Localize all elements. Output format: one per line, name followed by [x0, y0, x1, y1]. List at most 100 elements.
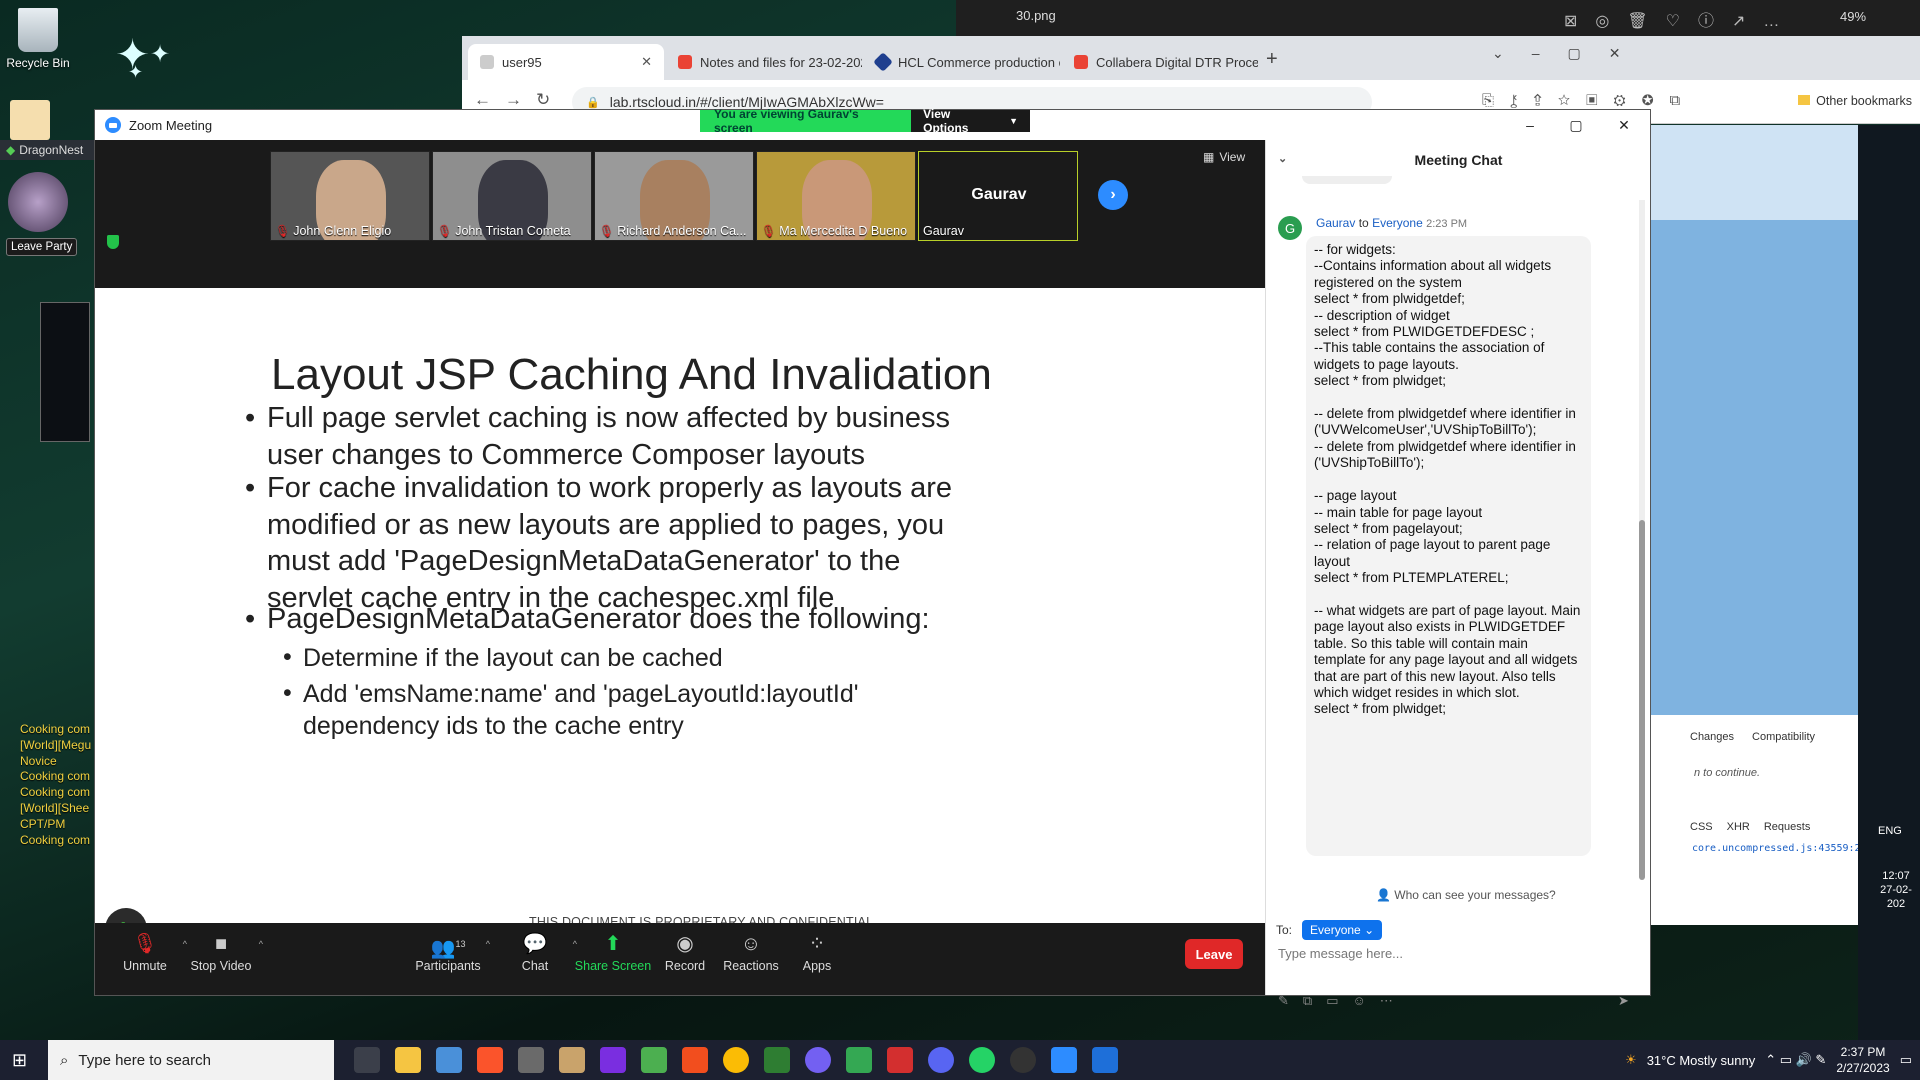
folder-icon[interactable]	[10, 100, 50, 140]
edge-icon[interactable]	[846, 1047, 872, 1073]
app-icon[interactable]	[1010, 1047, 1036, 1073]
stop-video-button[interactable]: ■ Stop Video ^	[181, 929, 263, 973]
view-button[interactable]: ▦ View	[1203, 150, 1245, 164]
app-icon[interactable]	[887, 1047, 913, 1073]
network-tabs[interactable]: CSS XHR Requests	[1690, 821, 1810, 833]
brave-icon[interactable]	[477, 1047, 503, 1073]
slide-sub-bullet-text: Add 'emsName:name' and 'pageLayoutId:lay…	[303, 680, 859, 740]
zoom-icon[interactable]	[1051, 1047, 1077, 1073]
recycle-bin-shortcut[interactable]: Recycle Bin	[0, 8, 76, 70]
tab-changes[interactable]: Changes	[1690, 731, 1734, 743]
whatsapp-icon[interactable]	[969, 1047, 995, 1073]
notepad-icon[interactable]	[641, 1047, 667, 1073]
taskbar-clock[interactable]: 2:37 PM 2/27/2023	[1836, 1044, 1889, 1076]
chat-message-input[interactable]: Type message here...	[1278, 946, 1638, 961]
leave-party-button[interactable]: Leave Party	[6, 238, 78, 256]
participant-tile-active[interactable]: Gaurav Gaurav	[918, 151, 1078, 241]
other-bookmarks[interactable]: Other bookmarks	[1798, 94, 1912, 108]
background-webpage: Changes Compatibility n to continue. CSS…	[1650, 125, 1867, 925]
taskbar-search[interactable]: ⌕ Type here to search	[48, 1040, 334, 1080]
game-chat-line: Cooking com	[20, 785, 91, 800]
devtools-panel: Changes Compatibility n to continue. CSS…	[1650, 715, 1867, 925]
participant-tile[interactable]: 🎙 Richard Anderson Ca...	[594, 151, 754, 241]
more-icon[interactable]: ⋯	[1380, 993, 1393, 1009]
viewing-screen-label: You are viewing Gaurav's screen	[700, 107, 912, 135]
who-can-see-link[interactable]: 👤 Who can see your messages?	[1376, 888, 1556, 902]
chat-button[interactable]: 💬 Chat ^	[495, 929, 577, 973]
photos-icon[interactable]	[1092, 1047, 1118, 1073]
app-icon[interactable]	[764, 1047, 790, 1073]
weather-icon: ☀	[1625, 1052, 1637, 1067]
participant-tile[interactable]: 🎙 John Tristan Cometa	[432, 151, 592, 241]
tab-notes[interactable]: Notes and files for 23-02-2023 - ✕	[666, 44, 862, 80]
viber-icon[interactable]	[805, 1047, 831, 1073]
photo-viewer-title: 30.png	[1016, 8, 1056, 23]
app-icon[interactable]	[436, 1047, 462, 1073]
intellij-icon[interactable]	[600, 1047, 626, 1073]
tab-compatibility[interactable]: Compatibility	[1752, 731, 1815, 743]
nav-buttons[interactable]: ←→↻	[474, 90, 564, 110]
file-icon[interactable]: ▭	[1326, 993, 1338, 1009]
tray-icons[interactable]: ⌃ ▭ 🔊 ✎	[1765, 1052, 1826, 1068]
slide-bullet-text: PageDesignMetaDataGenerator does the fol…	[267, 603, 930, 635]
participants-button[interactable]: 👥13 Participants ^	[408, 929, 490, 973]
game-chat-line: Cooking com	[20, 769, 91, 784]
leave-button[interactable]: Leave	[1185, 939, 1243, 969]
file-explorer-icon[interactable]	[395, 1047, 421, 1073]
notification-icon[interactable]: ▭	[1900, 1052, 1912, 1068]
close-button[interactable]: ✕	[1601, 110, 1647, 140]
sparkle-icon: ✦	[150, 40, 171, 68]
tab-xhr[interactable]: XHR	[1727, 821, 1750, 833]
chevron-down-icon[interactable]: ⌄	[1278, 152, 1287, 165]
to-label: To:	[1276, 923, 1293, 937]
tab-hcl[interactable]: HCL Commerce production envir ✕	[864, 44, 1060, 80]
close-icon[interactable]: ✕	[641, 54, 652, 70]
slide-bullet: • Full page servlet caching is now affect…	[245, 400, 957, 473]
window-controls[interactable]: ⌄–▢✕	[1492, 45, 1648, 62]
figma-icon[interactable]	[682, 1047, 708, 1073]
tab-collabera[interactable]: Collabera Digital DTR Process an ✕	[1062, 44, 1258, 80]
discord-icon[interactable]	[928, 1047, 954, 1073]
send-icon[interactable]: ➤	[1618, 993, 1629, 1009]
view-options-button[interactable]: View Options ▼	[911, 107, 1030, 135]
windows-start-icon[interactable]: ⊞	[12, 1050, 32, 1070]
message-sender[interactable]: Gaurav	[1316, 216, 1355, 230]
format-icon[interactable]: ✎	[1278, 993, 1289, 1009]
minimize-button[interactable]: –	[1507, 110, 1553, 140]
participant-tile[interactable]: 🎙 Ma Mercedita D Bueno	[756, 151, 916, 241]
participant-name: Ma Mercedita D Bueno	[779, 224, 908, 238]
chevron-up-icon[interactable]: ^	[486, 939, 490, 949]
participant-tile[interactable]: 🎙 John Glenn Eligio	[270, 151, 430, 241]
extension-icons[interactable]: ⎘⚷⇪☆▣⚙✪⧉	[1482, 92, 1696, 109]
dragonnest-title[interactable]: ◆ DragonNest	[0, 140, 96, 160]
tab-css[interactable]: CSS	[1690, 821, 1713, 833]
scrollbar-thumb[interactable]	[1639, 520, 1645, 880]
sparkle-icon: ✦	[128, 62, 144, 83]
devtools-source-link[interactable]: core.uncompressed.js:43559:24	[1692, 843, 1867, 854]
app-icon[interactable]	[559, 1047, 585, 1073]
chat-scrollbar[interactable]	[1639, 200, 1645, 880]
app-icon[interactable]	[518, 1047, 544, 1073]
windows-taskbar: ⊞ ⌕ Type here to search ☀ 31°C Mostly su…	[0, 1040, 1920, 1080]
next-page-button[interactable]: ›	[1098, 180, 1128, 210]
chevron-up-icon[interactable]: ^	[259, 939, 263, 949]
gmail-icon	[1074, 55, 1088, 69]
tab-requests[interactable]: Requests	[1764, 821, 1810, 833]
message-recipient[interactable]: Everyone	[1372, 216, 1423, 230]
devtools-tabs[interactable]: Changes Compatibility	[1690, 731, 1815, 743]
new-tab-button[interactable]: +	[1266, 48, 1278, 71]
unmute-button[interactable]: 🎙 Unmute ^	[105, 929, 187, 973]
emoji-icon[interactable]: ☺	[1353, 993, 1366, 1009]
photo-viewer-toolbar-icons[interactable]: ⊠◎🗑♡ⓘ↗…	[1564, 7, 1797, 31]
sender-avatar: G	[1278, 216, 1302, 240]
chrome-icon[interactable]	[723, 1047, 749, 1073]
screenshot-icon[interactable]: ⧉	[1303, 993, 1312, 1009]
maximize-button[interactable]: ▢	[1553, 110, 1599, 140]
task-view-icon[interactable]	[354, 1047, 380, 1073]
recipient-dropdown[interactable]: Everyone ⌄	[1302, 920, 1383, 940]
apps-button[interactable]: ⁘ Apps	[777, 929, 857, 973]
chevron-down-icon: ⌄	[1364, 923, 1375, 937]
weather-text[interactable]: 31°C Mostly sunny	[1647, 1053, 1756, 1068]
share-screen-button[interactable]: ⬆ Share Screen	[573, 929, 653, 973]
tab-user95[interactable]: user95 ✕	[468, 44, 664, 80]
